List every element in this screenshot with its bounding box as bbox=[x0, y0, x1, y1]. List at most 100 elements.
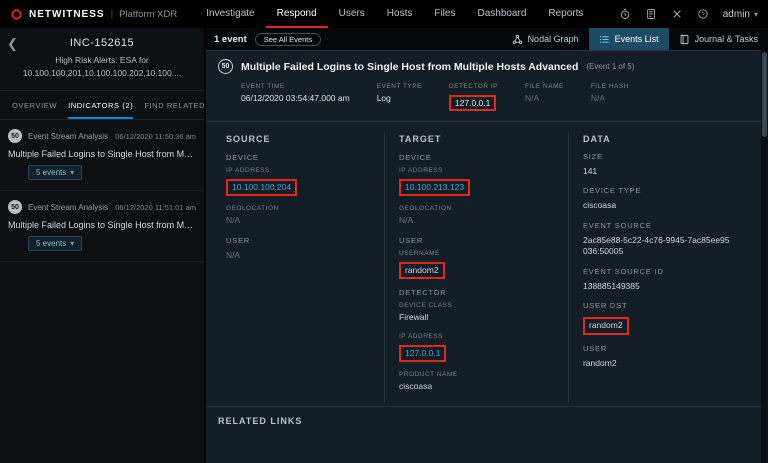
nav-item-investigate[interactable]: Investigate bbox=[195, 0, 265, 28]
see-all-events-button[interactable]: See All Events bbox=[254, 32, 322, 46]
source-device-heading: DEVICE bbox=[226, 153, 259, 162]
view-nodal-graph[interactable]: Nodal Graph bbox=[502, 28, 589, 50]
source-ip-field: IP ADDRESS 10.100.100.204 bbox=[226, 167, 370, 197]
nav-item-hosts[interactable]: Hosts bbox=[376, 0, 424, 28]
scrollbar-track[interactable] bbox=[761, 50, 768, 463]
source-ip-link[interactable]: 10.100.100.204 bbox=[226, 179, 298, 197]
source-user-heading: USER bbox=[226, 235, 251, 245]
chevron-down-icon: ▾ bbox=[753, 9, 758, 19]
chevron-down-icon: ▾ bbox=[70, 168, 75, 178]
sidebar-tabs: OVERVIEW INDICATORS (2) FIND RELATED bbox=[0, 91, 205, 121]
indicator-source: Event Stream Analysis bbox=[28, 131, 109, 141]
help-icon[interactable]: ? bbox=[697, 8, 709, 20]
detector-product-name-field: PRODUCT NAME ciscoasa bbox=[399, 371, 458, 392]
view-label: Journal & Tasks bbox=[694, 34, 758, 44]
indicator-timestamp: 06/12/2020 11:50:36 am bbox=[115, 131, 196, 141]
target-column: TARGET DEVICE IP ADDRESS 10.100.213.123 … bbox=[384, 132, 568, 402]
tools-icon[interactable] bbox=[671, 8, 683, 20]
nodal-graph-icon bbox=[512, 34, 522, 44]
admin-menu[interactable]: admin ▾ bbox=[723, 9, 758, 20]
target-username-value: random2 bbox=[399, 261, 445, 280]
view-journal-tasks[interactable]: Journal & Tasks bbox=[669, 28, 768, 50]
collapse-sidebar-icon[interactable]: ❮ bbox=[7, 37, 18, 50]
source-user-field: N/A bbox=[226, 249, 241, 260]
data-event-source-id-field: EVENT SOURCE ID 138885149385 bbox=[583, 266, 664, 291]
nav-item-dashboard[interactable]: Dashboard bbox=[466, 0, 537, 28]
view-switcher: Nodal Graph Events List Journal & Tasks bbox=[502, 28, 768, 50]
event-detail-columns: SOURCE DEVICE IP ADDRESS 10.100.100.204 … bbox=[206, 122, 761, 402]
indicator-item[interactable]: 50 Event Stream Analysis 06/12/2020 11:5… bbox=[0, 191, 204, 263]
nav-item-respond[interactable]: Respond bbox=[265, 0, 328, 28]
indicator-timestamp: 06/12/2020 11:51:01 am bbox=[115, 202, 196, 212]
data-device-type-field: DEVICE TYPE ciscoasa bbox=[583, 186, 642, 211]
brand: NETWITNESS | Platform XDR bbox=[10, 0, 177, 28]
meta-event-type: EVENT TYPE Log bbox=[376, 83, 422, 103]
target-ip-link[interactable]: 10.100.213.123 bbox=[399, 179, 471, 197]
events-dropdown-button[interactable]: 5 events ▾ bbox=[28, 165, 83, 181]
indicator-item[interactable]: 50 Event Stream Analysis 06/12/2020 11:5… bbox=[0, 120, 204, 192]
events-toolbar: 1 event See All Events Nodal Graph Event… bbox=[205, 28, 768, 50]
event-count: 1 event bbox=[214, 33, 247, 45]
reports-shortcut-icon[interactable] bbox=[645, 8, 657, 20]
data-heading: DATA bbox=[583, 134, 611, 144]
target-geolocation-field: GEOLOCATION N/A bbox=[399, 205, 452, 226]
event-risk-score-badge: 50 bbox=[218, 59, 233, 74]
event-meta-strip: EVENT TIME 06/12/2020 03:54:47.000 am EV… bbox=[206, 80, 761, 122]
event-pagination: (Event 1 of 5) bbox=[586, 62, 635, 71]
nav-item-reports[interactable]: Reports bbox=[537, 0, 594, 28]
indicator-title: Multiple Failed Logins to Single Host fr… bbox=[8, 220, 196, 231]
related-links-heading: RELATED LINKS bbox=[206, 405, 761, 435]
target-ip-field: IP ADDRESS 10.100.213.123 bbox=[399, 167, 554, 197]
indicator-title: Multiple Failed Logins to Single Host fr… bbox=[8, 149, 196, 160]
detector-ip-link[interactable]: 127.0.0.1 bbox=[399, 344, 447, 363]
chevron-down-icon: ▾ bbox=[70, 239, 75, 249]
target-user-heading: USER bbox=[399, 235, 424, 245]
event-detail-panel: 50 Multiple Failed Logins to Single Host… bbox=[206, 50, 761, 463]
journal-icon bbox=[680, 34, 689, 44]
events-count-label: 5 events bbox=[36, 239, 67, 249]
tab-overview[interactable]: OVERVIEW bbox=[12, 101, 57, 119]
admin-label: admin bbox=[722, 8, 750, 20]
events-count-label: 5 events bbox=[36, 168, 67, 178]
target-username-field: USERNAME random2 bbox=[399, 250, 554, 280]
meta-detector-ip: DETECTOR IP 127.0.0.1 bbox=[448, 83, 498, 111]
data-column: DATA SIZE 141 DEVICE TYPE ciscoasa EVENT… bbox=[568, 132, 761, 402]
source-geolocation-field: GEOLOCATION N/A bbox=[226, 205, 279, 226]
events-dropdown-button[interactable]: 5 events ▾ bbox=[28, 236, 83, 252]
detector-device-class-field: DEVICE CLASS Firewall bbox=[399, 302, 453, 323]
nav-item-files[interactable]: Files bbox=[423, 0, 466, 28]
health-monitor-icon[interactable] bbox=[619, 8, 631, 20]
brand-name: NETWITNESS bbox=[29, 8, 105, 20]
indicator-item-meta: 50 Event Stream Analysis 06/12/2020 11:5… bbox=[8, 129, 196, 144]
indicator-item-meta: 50 Event Stream Analysis 06/12/2020 11:5… bbox=[8, 200, 196, 215]
risk-score-badge: 50 bbox=[8, 129, 22, 144]
meta-event-time: EVENT TIME 06/12/2020 03:54:47.000 am bbox=[241, 83, 350, 103]
tab-indicators[interactable]: INDICATORS (2) bbox=[68, 101, 134, 120]
nav-utilities: ? admin ▾ bbox=[619, 0, 758, 28]
target-device-heading: DEVICE bbox=[399, 153, 432, 162]
netwitness-logo-icon bbox=[10, 8, 23, 21]
source-heading: SOURCE bbox=[226, 134, 271, 144]
nav-item-users[interactable]: Users bbox=[328, 0, 376, 28]
incident-title: High Risk Alerts: ESA for 10.100.100.201… bbox=[22, 55, 182, 79]
incident-header: ❮ INC-152615 High Risk Alerts: ESA for 1… bbox=[0, 28, 204, 92]
data-user-dst-field: USER DST random2 bbox=[583, 301, 747, 335]
meta-file-hash: FILE HASH N/A bbox=[590, 83, 629, 103]
brand-suffix: Platform XDR bbox=[119, 8, 178, 20]
scrollbar-thumb[interactable] bbox=[762, 52, 767, 137]
events-list-icon bbox=[599, 35, 609, 43]
top-nav: NETWITNESS | Platform XDR Investigate Re… bbox=[0, 0, 768, 28]
main-content: 1 event See All Events Nodal Graph Event… bbox=[205, 28, 768, 463]
view-events-list[interactable]: Events List bbox=[588, 28, 669, 50]
user-dst-value: random2 bbox=[583, 317, 629, 335]
source-column: SOURCE DEVICE IP ADDRESS 10.100.100.204 … bbox=[206, 132, 384, 402]
annotated-value: 127.0.0.1 bbox=[448, 95, 497, 111]
tab-find-related[interactable]: FIND RELATED bbox=[144, 101, 205, 119]
meta-file-name: FILE NAME N/A bbox=[525, 83, 564, 103]
primary-nav: Investigate Respond Users Hosts Files Da… bbox=[195, 0, 594, 28]
view-label: Nodal Graph bbox=[527, 34, 579, 44]
data-user-field: USER random2 bbox=[583, 343, 617, 368]
data-size-field: SIZE 141 bbox=[583, 152, 603, 176]
event-title: Multiple Failed Logins to Single Host fr… bbox=[241, 60, 579, 73]
incident-id: INC-152615 bbox=[69, 37, 135, 49]
